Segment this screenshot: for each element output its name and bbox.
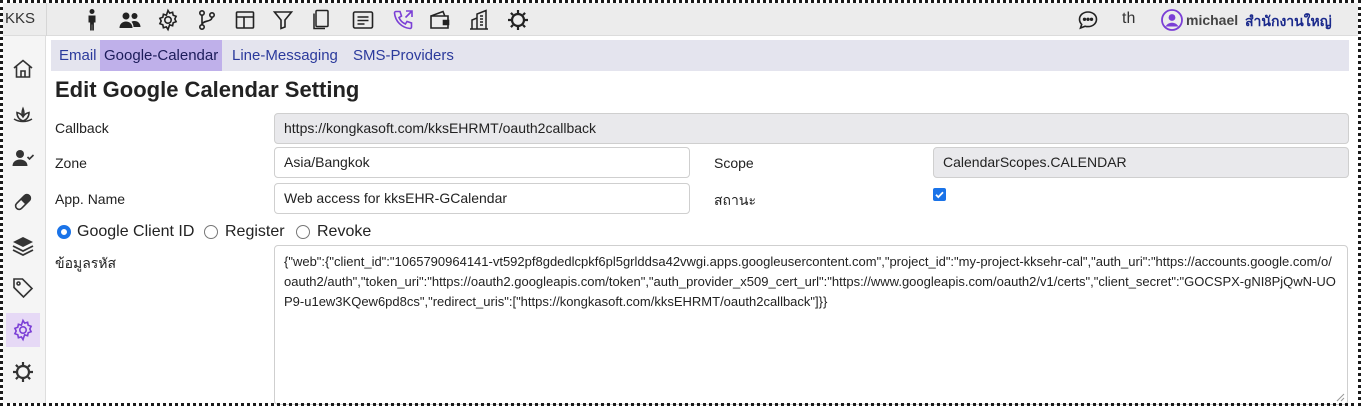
gear-outline-icon[interactable] <box>6 355 40 389</box>
people-icon[interactable] <box>118 8 142 32</box>
sidebar <box>3 36 46 403</box>
brand-divider <box>46 3 47 36</box>
home-icon[interactable] <box>6 52 40 86</box>
check-icon <box>935 191 944 199</box>
lotus-icon[interactable] <box>6 97 40 131</box>
client-secret-textarea[interactable]: {"web":{"client_id":"1065790964141-vt592… <box>274 245 1348 405</box>
radio-google-client-id[interactable] <box>57 225 71 239</box>
scope-field[interactable]: CalendarScopes.CALENDAR <box>933 147 1349 178</box>
office-name[interactable]: สำนักงานใหญ่ <box>1245 11 1332 33</box>
client-secret-json: {"web":{"client_id":"1065790964141-vt592… <box>284 254 1336 309</box>
user-check-icon[interactable] <box>6 141 40 175</box>
wallet-icon[interactable] <box>428 8 452 32</box>
page-title: Edit Google Calendar Setting <box>55 77 360 102</box>
app-name-label: App. Name <box>55 191 126 207</box>
message-icon[interactable] <box>351 8 375 32</box>
tab-google-calendar[interactable]: Google-Calendar <box>100 40 223 71</box>
source-radio-group: Google Client ID Register Revoke <box>55 223 455 243</box>
status-checkbox[interactable] <box>933 188 946 201</box>
radio-revoke[interactable] <box>296 225 310 239</box>
radio-register[interactable] <box>204 225 218 239</box>
zone-label: Zone <box>55 155 87 171</box>
radio-register-label[interactable]: Register <box>225 223 285 241</box>
branch-icon[interactable] <box>195 8 219 32</box>
filter-icon[interactable] <box>271 8 295 32</box>
tab-sms-providers[interactable]: SMS-Providers <box>349 40 458 71</box>
secret-label: ข้อมูลรหัส <box>55 255 117 271</box>
user-avatar-icon[interactable] <box>1161 9 1183 31</box>
resize-handle-icon[interactable] <box>1335 392 1345 402</box>
building-icon[interactable] <box>467 8 491 32</box>
tag-icon[interactable] <box>6 271 40 305</box>
settings-icon[interactable] <box>6 313 40 347</box>
radio-google-client-id-label[interactable]: Google Client ID <box>77 223 194 241</box>
chat-bubble-icon[interactable] <box>1076 8 1100 32</box>
top-toolbar: KKS th michael สำนักงานใหญ่ <box>3 3 1358 36</box>
person-icon[interactable] <box>80 8 104 32</box>
layout-icon[interactable] <box>233 8 257 32</box>
radio-revoke-label[interactable]: Revoke <box>317 223 371 241</box>
language-switch[interactable]: th <box>1122 10 1135 28</box>
settings-tabs: Email Google-Calendar Line-Messaging SMS… <box>51 40 1349 71</box>
callback-label: Callback <box>55 120 109 136</box>
layers-icon[interactable] <box>6 229 40 263</box>
documents-icon[interactable] <box>309 8 333 32</box>
user-name[interactable]: michael <box>1186 12 1238 28</box>
scope-label: Scope <box>714 155 754 171</box>
callback-field[interactable]: https://kongkasoft.com/kksEHRMT/oauth2ca… <box>274 113 1349 144</box>
app-name-field[interactable]: Web access for kksEHR-GCalendar <box>274 183 690 214</box>
status-label: สถานะ <box>714 192 756 208</box>
pill-icon[interactable] <box>6 185 40 219</box>
sun-gear-icon[interactable] <box>506 8 530 32</box>
phone-outgoing-icon[interactable] <box>391 8 415 32</box>
tab-email[interactable]: Email <box>55 40 101 71</box>
zone-field[interactable]: Asia/Bangkok <box>274 147 690 178</box>
gear-icon[interactable] <box>156 8 180 32</box>
tab-line-messaging[interactable]: Line-Messaging <box>228 40 342 71</box>
brand-logo-text[interactable]: KKS <box>5 10 39 27</box>
